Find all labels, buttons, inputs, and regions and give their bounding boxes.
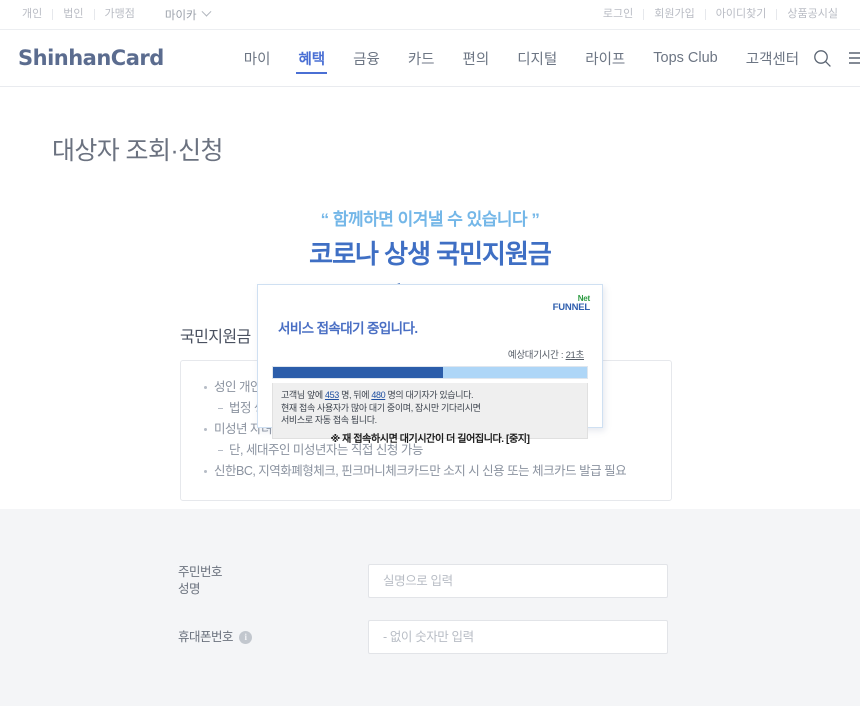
util-link-login[interactable]: 로그인 <box>593 9 645 20</box>
application-form-section: 주민번호 성명 휴대폰번호 i <box>0 509 860 706</box>
label-line-2: 성명 <box>178 582 201 596</box>
nav-menu: 마이 혜택 금융 카드 편의 디지털 라이프 Tops Club 고객센터 <box>230 38 813 78</box>
wait-progress-bar <box>272 366 588 379</box>
label-line-1: 휴대폰번호 <box>178 629 234 644</box>
page-title-wrap: 대상자 조회·신청 <box>0 87 860 167</box>
nav-icons <box>813 49 860 68</box>
banner-title: 코로나 상생 국민지원금 <box>309 239 552 269</box>
nav-item-life[interactable]: 라이프 <box>571 38 639 78</box>
wait-message-line-3: 서비스로 자동 접속 됩니다. <box>281 415 377 425</box>
util-link-corporate[interactable]: 법인 <box>53 9 95 20</box>
nav-item-customer-center[interactable]: 고객센터 <box>732 38 813 78</box>
util-link-disclosure[interactable]: 상품공시실 <box>777 9 844 20</box>
utility-left-links: 개인 법인 가맹점 마이카 <box>16 6 212 23</box>
util-link-find-id[interactable]: 아이디찾기 <box>706 9 778 20</box>
queue-behind-count: 480 <box>371 390 386 400</box>
list-item: 신한BC, 지역화폐형체크, 핀크머니체크카드만 소지 시 신용 또는 체크카드… <box>203 461 649 482</box>
queue-position-line: 고객님 앞에 453 명, 뒤에 480 명의 대기자가 있습니다. <box>281 389 579 402</box>
main-navigation: ShinhanCard 마이 혜택 금융 카드 편의 디지털 라이프 Tops … <box>0 30 860 87</box>
shinhancard-logo[interactable]: ShinhanCard <box>18 46 164 70</box>
nav-item-finance[interactable]: 금융 <box>339 38 394 78</box>
form-row-phone: 휴대폰번호 i <box>0 598 860 654</box>
nav-item-card[interactable]: 카드 <box>394 38 449 78</box>
queue-text-a: 고객님 앞에 <box>281 390 325 400</box>
name-input[interactable] <box>368 564 668 598</box>
mycar-label: 마이카 <box>164 9 197 22</box>
wait-message-box: 고객님 앞에 453 명, 뒤에 480 명의 대기자가 있습니다. 현재 접속… <box>272 383 588 445</box>
label-line-1: 주민번호 <box>178 565 223 579</box>
wait-message-line-2: 현재 접속 사용자가 많아 대기 중이며, 잠시만 기다리시면 <box>281 402 481 413</box>
mycar-dropdown[interactable]: 마이카 <box>164 6 212 23</box>
queue-text-b: 명, 뒤에 <box>338 390 372 400</box>
utility-right-links: 로그인 회원가입 아이디찾기 상품공시실 <box>593 9 844 20</box>
wait-progress-fill <box>273 367 443 378</box>
netfunnel-logo: Net FUNNEL <box>552 294 591 313</box>
eta-value: 21초 <box>565 350 585 361</box>
page-title: 대상자 조회·신청 <box>52 137 223 165</box>
nav-item-convenience[interactable]: 편의 <box>449 38 504 78</box>
search-icon[interactable] <box>813 49 832 68</box>
banner-subtitle: “ 함께하면 이겨낼 수 있습니다 ” <box>320 210 540 229</box>
modal-title: 서비스 접속대기 중입니다. <box>278 321 418 336</box>
util-link-personal[interactable]: 개인 <box>16 9 54 20</box>
page-root: 개인 법인 가맹점 마이카 로그인 회원가입 아이디찾기 상품공시실 Shinh… <box>0 0 860 706</box>
util-link-merchant[interactable]: 가맹점 <box>95 9 145 20</box>
chevron-down-icon <box>201 6 212 17</box>
utility-bar: 개인 법인 가맹점 마이카 로그인 회원가입 아이디찾기 상품공시실 <box>0 0 860 30</box>
form-row-name: 주민번호 성명 <box>0 509 860 598</box>
queue-text-c: 명의 대기자가 있습니다. <box>385 390 474 400</box>
form-label-resident-name: 주민번호 성명 <box>178 564 368 598</box>
reconnect-warning[interactable]: ※ 재 접속하시면 대기시간이 더 길어집니다. [중지] <box>281 430 579 445</box>
netfunnel-logo-funnel: FUNNEL <box>552 302 591 313</box>
nav-item-my[interactable]: 마이 <box>230 38 285 78</box>
phone-input[interactable] <box>368 620 668 654</box>
eta-label: 예상대기시간 : <box>507 350 566 361</box>
netfunnel-waiting-modal: Net FUNNEL 서비스 접속대기 중입니다. 예상대기시간 : 21초 고… <box>257 284 603 445</box>
util-link-signup[interactable]: 회원가입 <box>644 9 706 20</box>
nav-item-benefits[interactable]: 혜택 <box>284 38 339 78</box>
hamburger-menu-icon[interactable] <box>848 50 860 66</box>
estimated-wait-time: 예상대기시간 : 21초 <box>272 347 584 361</box>
nav-item-tops-club[interactable]: Tops Club <box>639 38 731 78</box>
queue-ahead-count: 453 <box>324 390 339 400</box>
info-icon[interactable]: i <box>239 630 253 644</box>
nav-item-digital[interactable]: 디지털 <box>503 38 571 78</box>
form-label-phone: 휴대폰번호 i <box>178 629 368 646</box>
